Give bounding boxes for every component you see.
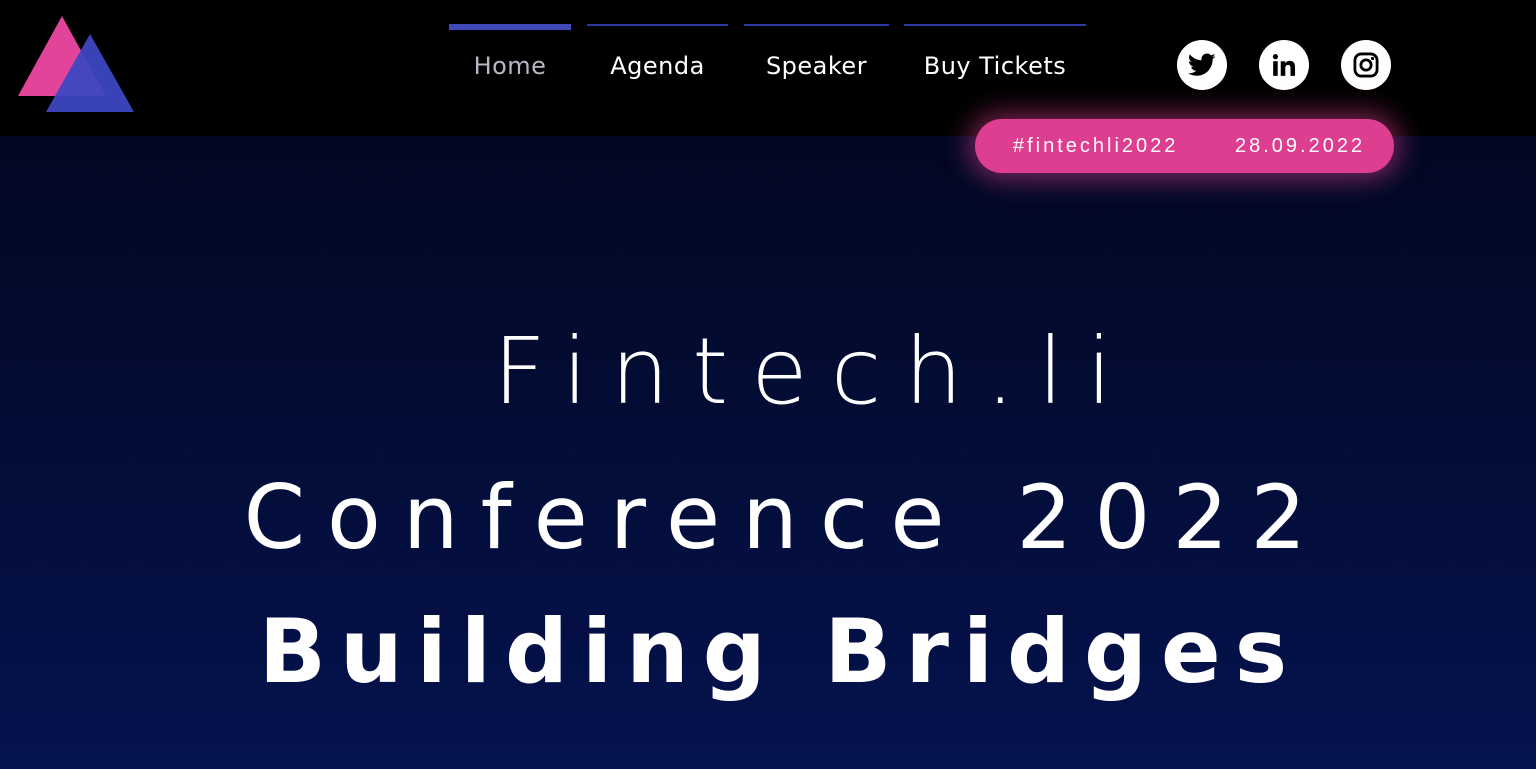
nav-buy-tickets-label: Buy Tickets — [923, 52, 1067, 80]
linkedin-link[interactable] — [1259, 40, 1309, 90]
event-info-pill: #fintechli2022 28.09.2022 — [975, 119, 1394, 173]
linkedin-icon — [1272, 54, 1296, 76]
hero-title-line2: Conference 2022 — [243, 466, 1329, 569]
hero-title-line1: Fintech.li — [492, 318, 1136, 425]
instagram-link[interactable] — [1341, 40, 1391, 90]
twitter-link[interactable] — [1177, 40, 1227, 90]
hero-tagline: Building Bridges — [258, 600, 1302, 703]
nav-agenda-label: Agenda — [610, 52, 705, 80]
nav-item-agenda[interactable]: Agenda — [587, 24, 728, 96]
triangles-logo-icon[interactable] — [16, 16, 136, 112]
nav-home-label: Home — [473, 52, 547, 80]
nav-item-buy-tickets[interactable]: Buy Tickets — [904, 24, 1086, 96]
event-date: 28.09.2022 — [1235, 135, 1366, 157]
nav-item-speaker[interactable]: Speaker — [744, 24, 889, 96]
nav-item-home[interactable]: Home — [449, 24, 571, 100]
nav-speaker-label: Speaker — [765, 52, 868, 80]
instagram-icon — [1353, 52, 1379, 78]
event-hashtag: #fintechli2022 — [1013, 135, 1179, 157]
twitter-icon — [1188, 53, 1216, 76]
